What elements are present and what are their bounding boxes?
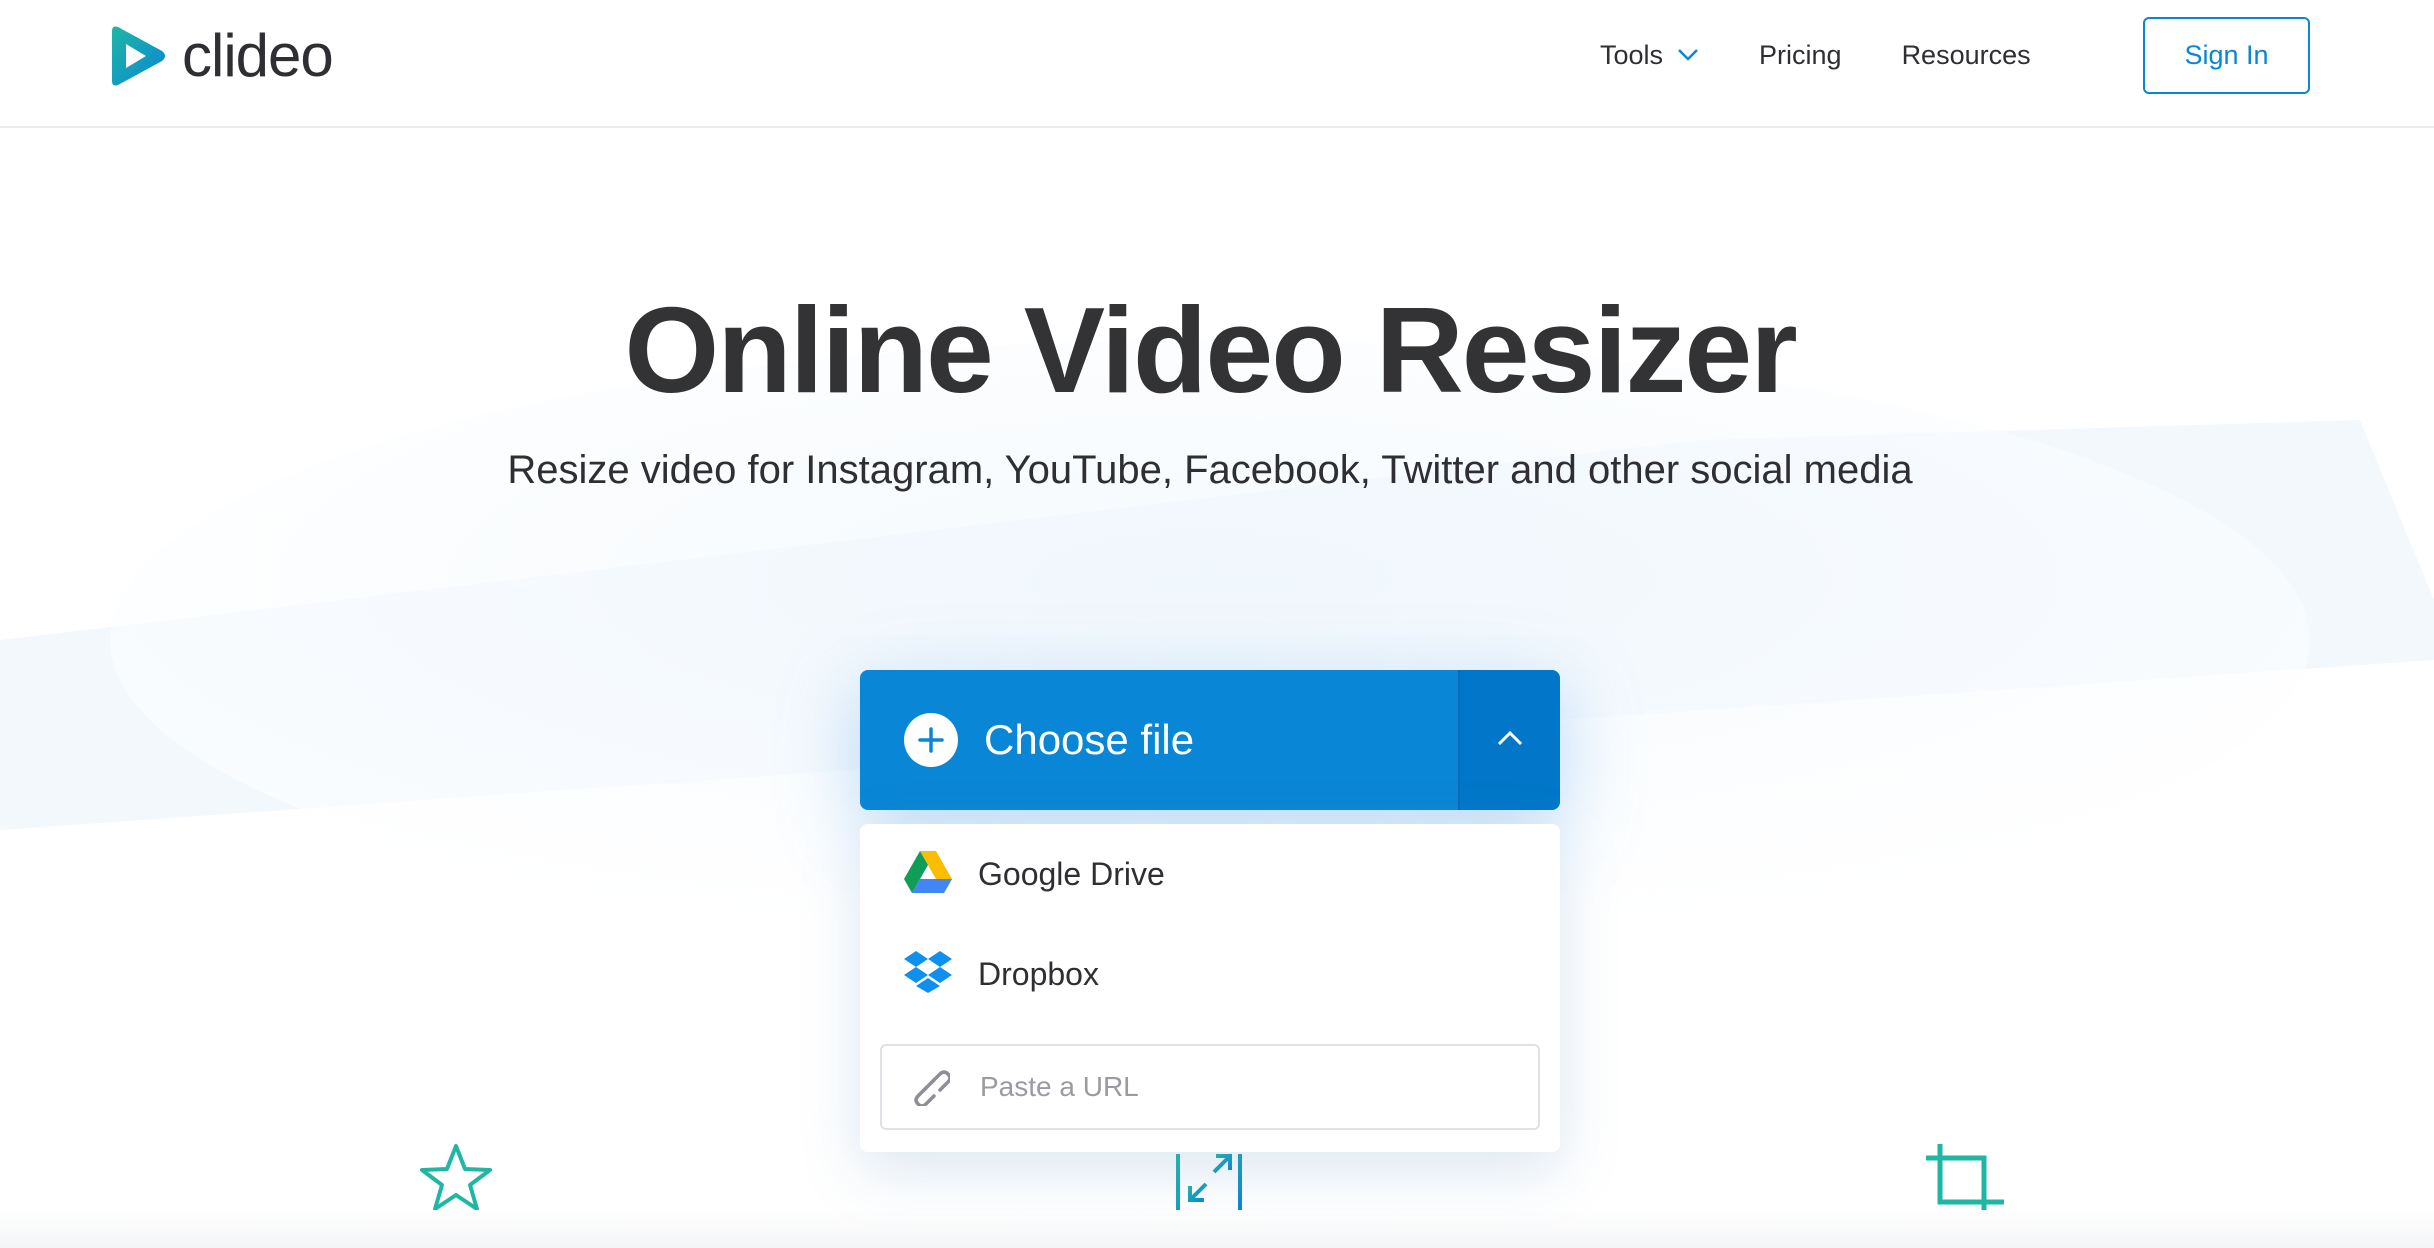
paste-url-input[interactable] xyxy=(980,1071,1520,1103)
chevron-down-icon xyxy=(1677,48,1699,62)
nav-tools-label: Tools xyxy=(1600,39,1664,70)
dropbox-option[interactable]: Dropbox xyxy=(904,944,1099,1004)
nav-pricing[interactable]: Pricing xyxy=(1759,40,1842,71)
plus-icon xyxy=(904,713,958,767)
page: clideo Tools Pricing Resources Sign In O… xyxy=(0,0,2434,1248)
google-drive-option[interactable]: Google Drive xyxy=(904,844,1165,904)
choose-file-label: Choose file xyxy=(984,716,1195,763)
nav-resources-label: Resources xyxy=(1901,39,2031,70)
dropbox-label: Dropbox xyxy=(978,955,1099,992)
page-subtitle: Resize video for Instagram, YouTube, Fac… xyxy=(507,448,1913,492)
sign-in-button[interactable]: Sign In xyxy=(2143,17,2310,94)
choose-file-button[interactable]: Choose file xyxy=(860,670,1458,810)
upload-widget: Choose file xyxy=(860,670,1560,810)
google-drive-label: Google Drive xyxy=(978,855,1165,892)
play-logo-icon xyxy=(108,25,166,87)
nav-pricing-label: Pricing xyxy=(1759,39,1842,70)
nav-resources[interactable]: Resources xyxy=(1902,40,2031,71)
nav-tools[interactable]: Tools xyxy=(1600,40,1699,71)
dropbox-icon xyxy=(904,950,952,998)
upload-sources-dropdown: Google Drive Dropbox xyxy=(860,824,1560,1152)
clideo-logo[interactable]: clideo xyxy=(108,22,334,89)
chevron-up-icon xyxy=(1496,729,1524,752)
feature-resize xyxy=(1176,1142,1244,1219)
section-divider xyxy=(0,1210,2434,1248)
main-nav: Tools Pricing Resources xyxy=(1600,0,2091,110)
site-header: clideo Tools Pricing Resources Sign In xyxy=(0,0,2434,128)
brand-name: clideo xyxy=(182,22,334,89)
google-drive-icon xyxy=(904,850,952,898)
feature-star xyxy=(418,1142,494,1219)
upload-sources-toggle[interactable] xyxy=(1458,670,1560,810)
url-field-wrapper xyxy=(880,1044,1540,1130)
page-title: Online Video Resizer xyxy=(624,282,1797,418)
link-icon xyxy=(908,1064,952,1111)
